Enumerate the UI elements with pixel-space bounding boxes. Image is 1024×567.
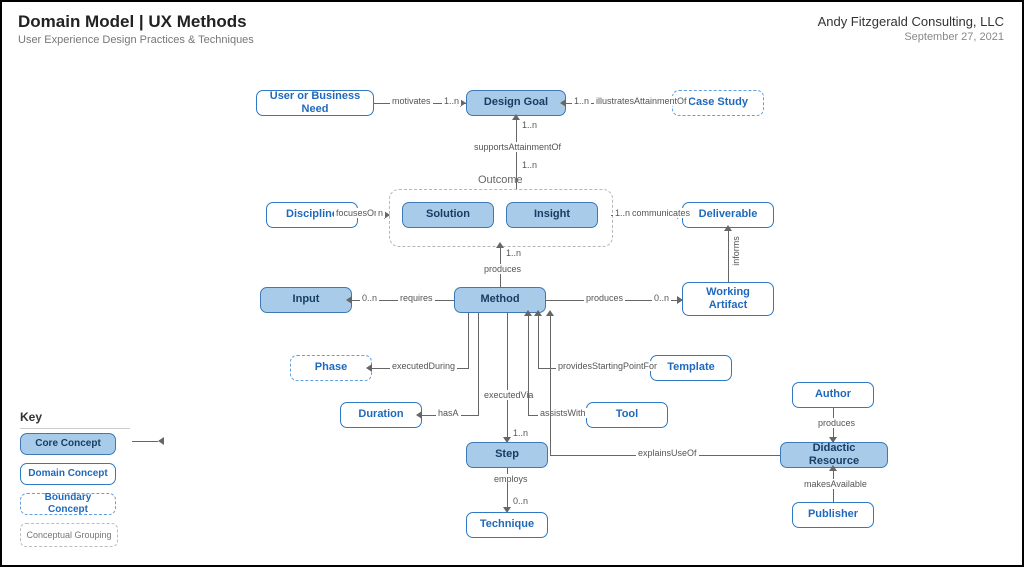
edge-author-produces: produces [816,418,857,428]
edge-communicates: communicates [630,208,692,218]
node-solution: Solution [402,202,494,228]
legend-boundary: Boundary Concept [20,493,116,515]
edge-produces-wa: produces [584,293,625,303]
node-user-need: User or Business Need [256,90,374,116]
diagram-page: Domain Model | UX Methods User Experienc… [0,0,1024,567]
card-supports-top: 1..n [520,120,539,130]
card-produces-wa: 0..n [652,293,671,303]
card-employs: 0..n [511,496,530,506]
edge-supports: supportsAttainmentOf [472,142,563,152]
node-template: Template [650,355,732,381]
edge-explainsUseOf: explainsUseOf [636,448,699,458]
edge-focusesOn: focusesOn [334,208,381,218]
edge-illustrates: illustratesAttainmentOf [594,96,689,106]
legend-domain: Domain Concept [20,463,116,485]
edge-informs: informs [731,234,741,268]
node-duration: Duration [340,402,422,428]
node-working-artifact: Working Artifact [682,282,774,316]
header-meta: Andy Fitzgerald Consulting, LLC Septembe… [818,14,1004,43]
node-input: Input [260,287,352,313]
header: Domain Model | UX Methods User Experienc… [18,12,254,46]
edge-providesStart: providesStartingPointFor [556,361,659,371]
card-produces-outcome: 1..n [504,248,523,258]
legend-group: Conceptual Grouping [20,523,118,547]
org-name: Andy Fitzgerald Consulting, LLC [818,14,1004,29]
card-communicates: 1..n [613,208,632,218]
node-tool: Tool [586,402,668,428]
node-technique: Technique [466,512,548,538]
node-insight: Insight [506,202,598,228]
node-author: Author [792,382,874,408]
legend-heading: Key [20,410,130,429]
card-focusesOn: n [376,208,385,218]
node-publisher: Publisher [792,502,874,528]
node-method: Method [454,287,546,313]
node-phase: Phase [290,355,372,381]
node-design-goal: Design Goal [466,90,566,116]
edge-produces-outcome: produces [482,264,523,274]
edge-hasA: hasA [436,408,461,418]
doc-date: September 27, 2021 [818,31,1004,43]
card-motivates: 1..n [442,96,461,106]
edge-assistsWith: assistsWith [538,408,588,418]
edge-makesAvailable: makesAvailable [802,479,869,489]
card-supports-bot: 1..n [520,160,539,170]
page-title: Domain Model | UX Methods [18,12,254,32]
card-executedVia: 1..n [511,428,530,438]
card-requires: 0..n [360,293,379,303]
edge-employs: employs [492,474,530,484]
edge-requires: requires [398,293,435,303]
edge-motivates: motivates [390,96,433,106]
legend-core: Core Concept [20,433,116,455]
node-step: Step [466,442,548,468]
edge-executedDuring: executedDuring [390,361,457,371]
page-subtitle: User Experience Design Practices & Techn… [18,34,254,46]
legend: Key Core Concept Domain Concept Boundary… [20,410,130,547]
card-illustrates: 1..n [572,96,591,106]
